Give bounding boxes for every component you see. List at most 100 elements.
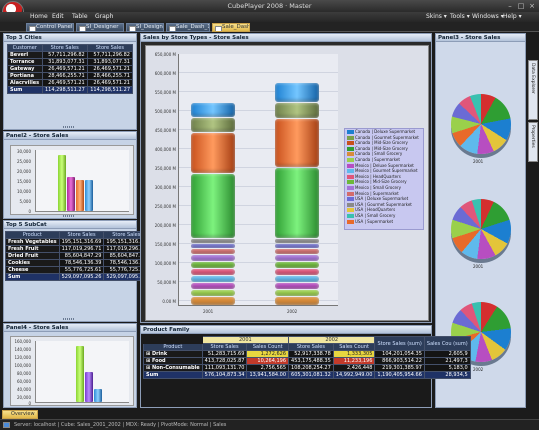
stack-segment[interactable] bbox=[275, 255, 319, 261]
table-row[interactable]: Portiana 28,466,255.71 28,466,255.71 bbox=[7, 72, 134, 80]
column-header[interactable]: Sales Count bbox=[332, 343, 376, 351]
column-header[interactable]: Sales Count bbox=[246, 343, 290, 351]
table-row[interactable]: Beverl 57,711,296.82 57,711,296.82 bbox=[7, 51, 134, 59]
stack-segment[interactable] bbox=[191, 269, 235, 275]
year-header[interactable]: 2002 bbox=[288, 336, 376, 344]
sum-row[interactable]: Sum 529,097,095.26 529,097,095.26 bbox=[5, 273, 150, 281]
table-row[interactable]: Fresh Vegetables 195,151,316.69 195,151,31… bbox=[5, 238, 150, 246]
table-row[interactable]: ⊞ Food 413,728,025.87 10,264,196 453,175… bbox=[143, 357, 471, 365]
table-row[interactable]: Gateway 26,469,571.21 26,469,571.21 bbox=[7, 65, 134, 73]
resize-grip[interactable] bbox=[63, 215, 76, 217]
stack-segment[interactable] bbox=[191, 133, 235, 173]
stack-segment[interactable] bbox=[275, 262, 319, 268]
plot-area bbox=[35, 150, 129, 212]
panel4-chart[interactable]: 160,000 140,000 120,000 100,000 80,000 6… bbox=[10, 336, 134, 406]
stack-segment[interactable] bbox=[275, 119, 319, 167]
stack-segment[interactable] bbox=[191, 276, 235, 282]
table-row[interactable]: Alacrvilles 26,469,571.21 26,469,571.21 bbox=[7, 79, 134, 87]
column-header[interactable]: Store Sales (sum) bbox=[374, 336, 425, 351]
bar[interactable] bbox=[85, 180, 93, 211]
table-row[interactable]: ⊞ Drink 51,283,715.69 1,272,626 52,917,3… bbox=[143, 350, 471, 358]
stack-segment[interactable] bbox=[275, 244, 319, 248]
sum-row[interactable]: Sum 114,298,511.27 114,298,511.27 bbox=[7, 86, 134, 94]
menu-skins[interactable]: Skins ▾ bbox=[426, 13, 447, 20]
column-header[interactable]: Store Sales bbox=[58, 231, 105, 239]
stack-segment[interactable] bbox=[191, 255, 235, 261]
table-row[interactable]: Cookies 78,546,136.39 78,546,136.39 bbox=[5, 259, 150, 267]
stack-segment[interactable] bbox=[275, 269, 319, 275]
panel2-chart[interactable]: 30,000 25,000 20,000 15,000 10,000 5,000… bbox=[10, 145, 134, 215]
stack-segment[interactable] bbox=[275, 276, 319, 282]
stack-segment[interactable] bbox=[191, 297, 235, 305]
menu-windows[interactable]: Windows ▾ bbox=[472, 13, 504, 20]
bar[interactable] bbox=[67, 177, 75, 211]
column-header[interactable]: Store Sales bbox=[86, 44, 134, 52]
stack-column-2001[interactable] bbox=[191, 103, 235, 305]
stack-column-2002[interactable] bbox=[275, 83, 319, 305]
tab-control-panel[interactable]: Control Panel bbox=[26, 23, 74, 32]
tab-sale-dash-1-1[interactable]: Sale_Dash_1_1 bbox=[166, 23, 210, 32]
column-header[interactable]: Store Sales bbox=[201, 343, 248, 351]
legend-item[interactable]: USA | Supermarket bbox=[345, 219, 423, 225]
side-tab-data-explorer[interactable]: Data Explorer bbox=[528, 60, 538, 120]
cell-value: 114,298,511.27 bbox=[41, 86, 88, 94]
tab-sale-dash[interactable]: Sale_Dash bbox=[212, 23, 250, 32]
menu-tools[interactable]: Tools ▾ bbox=[450, 13, 470, 20]
bar[interactable] bbox=[76, 346, 84, 402]
stack-segment[interactable] bbox=[275, 168, 319, 238]
column-header[interactable]: Store Sales bbox=[41, 44, 88, 52]
close-icon[interactable]: × bbox=[527, 2, 537, 10]
menu-help[interactable]: Help ▾ bbox=[503, 13, 522, 20]
row-label[interactable]: ⊞ Non-Consumable bbox=[143, 364, 203, 372]
column-header[interactable]: Product bbox=[143, 343, 203, 351]
stack-segment[interactable] bbox=[191, 290, 235, 296]
stack-segment[interactable] bbox=[191, 118, 235, 132]
column-header[interactable]: Customer bbox=[7, 44, 43, 52]
stack-segment[interactable] bbox=[191, 249, 235, 254]
stack-segment[interactable] bbox=[275, 290, 319, 296]
stack-segment[interactable] bbox=[275, 297, 319, 305]
bar[interactable] bbox=[85, 372, 93, 402]
stack-segment[interactable] bbox=[275, 283, 319, 289]
stack-segment[interactable] bbox=[191, 174, 235, 238]
table-row[interactable]: Cheese 55,776,725.61 55,776,725.61 bbox=[5, 266, 150, 274]
pie-chart[interactable] bbox=[451, 199, 511, 259]
stack-segment[interactable] bbox=[191, 103, 235, 117]
row-label[interactable]: ⊞ Food bbox=[143, 357, 203, 365]
stack-segment[interactable] bbox=[191, 283, 235, 289]
resize-grip[interactable] bbox=[63, 126, 76, 128]
tab-overview[interactable]: Overview bbox=[2, 410, 38, 419]
pie-chart[interactable] bbox=[451, 94, 511, 154]
stack-segment[interactable] bbox=[275, 103, 319, 118]
maximize-icon[interactable]: □ bbox=[516, 2, 526, 10]
sum-row[interactable]: Sum 576,104,873.34 13,941,584.00 605,301… bbox=[143, 371, 471, 379]
tab-si-designer-1[interactable]: SI_Designer bbox=[76, 23, 124, 32]
minimize-icon[interactable]: – bbox=[505, 2, 515, 10]
stack-segment[interactable] bbox=[275, 239, 319, 243]
menu-graph[interactable]: Graph bbox=[95, 13, 113, 20]
stack-segment[interactable] bbox=[275, 83, 319, 102]
table-row[interactable]: Torrance 31,893,077.31 31,893,077.31 bbox=[7, 58, 134, 66]
table-row[interactable]: Fresh Fruit 117,019,296.71 117,019,296.71 bbox=[5, 245, 150, 253]
column-header[interactable]: Sales Cou (sum) bbox=[423, 336, 471, 351]
table-row[interactable]: Dried Fruit 85,604,847.29 85,604,847.29 bbox=[5, 252, 150, 260]
tab-si-designer-2[interactable]: SI_Designer bbox=[126, 23, 164, 32]
column-header[interactable]: Store Sales bbox=[288, 343, 334, 351]
menu-table[interactable]: Table bbox=[72, 13, 88, 20]
column-header[interactable]: Product bbox=[5, 231, 60, 239]
resize-grip[interactable] bbox=[63, 318, 76, 320]
row-label[interactable]: ⊞ Drink bbox=[143, 350, 203, 358]
menu-home[interactable]: Home bbox=[30, 13, 48, 20]
bar[interactable] bbox=[76, 180, 84, 211]
side-tab-properties[interactable]: Properties bbox=[528, 122, 538, 162]
stack-segment[interactable] bbox=[191, 244, 235, 248]
table-row[interactable]: ⊞ Non-Consumable 111,093,131.70 2,756,56… bbox=[143, 364, 471, 372]
stack-segment[interactable] bbox=[275, 249, 319, 254]
stacked-chart[interactable]: 650,000 M 600,000 M 550,000 M 500,000 M … bbox=[145, 45, 429, 321]
bar[interactable] bbox=[94, 389, 102, 402]
year-header[interactable]: 2001 bbox=[201, 336, 290, 344]
stack-segment[interactable] bbox=[191, 262, 235, 268]
stack-segment[interactable] bbox=[191, 239, 235, 243]
menu-edit[interactable]: Edit bbox=[52, 13, 64, 20]
bar[interactable] bbox=[58, 155, 66, 211]
